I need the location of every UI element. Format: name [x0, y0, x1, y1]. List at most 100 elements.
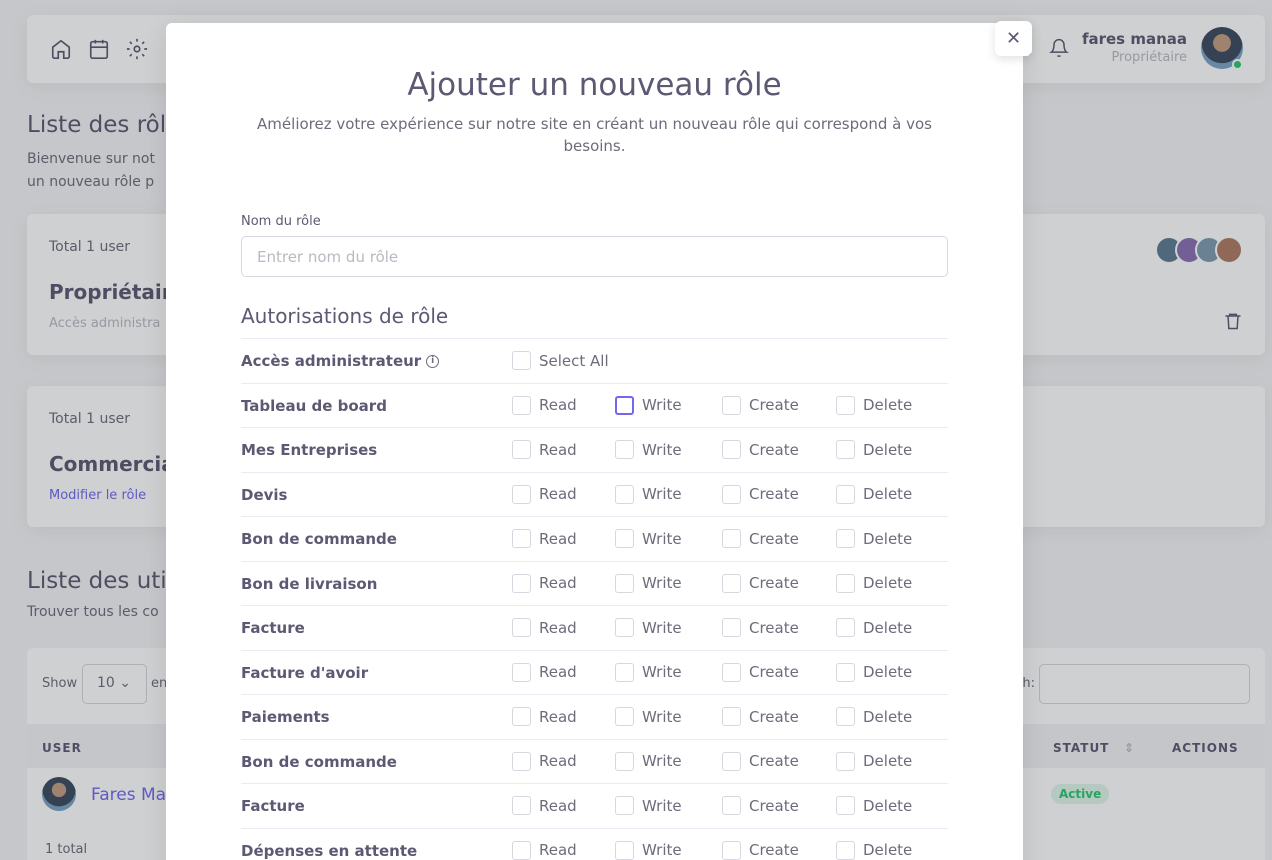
read-checkbox[interactable]: Read [512, 440, 577, 459]
checkbox-box[interactable] [512, 840, 531, 860]
delete-checkbox[interactable]: Delete [836, 440, 912, 459]
permission-row-admin: Accès administrateur i Select All [241, 338, 948, 383]
permission-row: Dépenses en attente Read Write Create Delete [241, 827, 948, 860]
checkbox-box[interactable] [615, 840, 634, 860]
checkbox-box[interactable] [512, 662, 531, 682]
write-checkbox[interactable]: Write [615, 395, 682, 415]
checkbox-box[interactable] [615, 484, 634, 504]
delete-checkbox[interactable]: Delete [836, 395, 912, 415]
delete-checkbox[interactable]: Delete [836, 618, 912, 637]
write-checkbox[interactable]: Write [615, 796, 682, 815]
create-checkbox[interactable]: Create [722, 484, 799, 504]
read-label: Read [539, 841, 577, 859]
create-label: Create [749, 529, 799, 548]
checkbox-box[interactable] [722, 573, 741, 593]
checkbox-box[interactable] [512, 707, 531, 726]
permission-row-label: Bon de commande [241, 530, 397, 548]
checkbox-box[interactable] [836, 440, 855, 459]
checkbox-box[interactable] [512, 573, 531, 593]
checkbox-box[interactable] [615, 529, 634, 548]
checkbox-box[interactable] [615, 440, 634, 459]
create-checkbox[interactable]: Create [722, 440, 799, 459]
checkbox-box[interactable] [722, 618, 741, 637]
create-checkbox[interactable]: Create [722, 707, 799, 726]
checkbox-box[interactable] [512, 351, 531, 370]
delete-checkbox[interactable]: Delete [836, 796, 912, 815]
checkbox-box[interactable] [615, 796, 634, 815]
delete-checkbox[interactable]: Delete [836, 707, 912, 726]
checkbox-box[interactable] [836, 796, 855, 815]
checkbox-box[interactable] [722, 395, 741, 415]
checkbox-box[interactable] [722, 707, 741, 726]
checkbox-box[interactable] [836, 707, 855, 726]
checkbox-box[interactable] [722, 529, 741, 548]
delete-checkbox[interactable]: Delete [836, 662, 912, 682]
create-checkbox[interactable]: Create [722, 618, 799, 637]
create-label: Create [749, 663, 799, 681]
create-checkbox[interactable]: Create [722, 751, 799, 771]
read-checkbox[interactable]: Read [512, 796, 577, 815]
write-checkbox[interactable]: Write [615, 662, 682, 682]
checkbox-box[interactable] [512, 796, 531, 815]
checkbox-box[interactable] [836, 751, 855, 771]
checkbox-box[interactable] [836, 395, 855, 415]
checkbox-box[interactable] [722, 662, 741, 682]
checkbox-box[interactable] [512, 751, 531, 771]
checkbox-box[interactable] [722, 796, 741, 815]
checkbox-box[interactable] [722, 484, 741, 504]
checkbox-box[interactable] [722, 440, 741, 459]
checkbox-box[interactable] [836, 529, 855, 548]
role-name-input[interactable] [241, 236, 948, 277]
create-checkbox[interactable]: Create [722, 395, 799, 415]
write-checkbox[interactable]: Write [615, 573, 682, 593]
select-all-checkbox[interactable]: Select All [512, 351, 609, 370]
create-checkbox[interactable]: Create [722, 796, 799, 815]
create-checkbox[interactable]: Create [722, 573, 799, 593]
checkbox-box[interactable] [615, 395, 634, 415]
read-checkbox[interactable]: Read [512, 840, 577, 860]
close-icon[interactable]: ✕ [995, 21, 1032, 56]
write-checkbox[interactable]: Write [615, 529, 682, 548]
read-checkbox[interactable]: Read [512, 662, 577, 682]
read-checkbox[interactable]: Read [512, 395, 577, 415]
read-checkbox[interactable]: Read [512, 484, 577, 504]
write-checkbox[interactable]: Write [615, 484, 682, 504]
checkbox-box[interactable] [836, 662, 855, 682]
checkbox-box[interactable] [615, 573, 634, 593]
write-checkbox[interactable]: Write [615, 707, 682, 726]
checkbox-box[interactable] [512, 440, 531, 459]
checkbox-box[interactable] [836, 573, 855, 593]
checkbox-box[interactable] [836, 618, 855, 637]
checkbox-box[interactable] [512, 618, 531, 637]
checkbox-box[interactable] [512, 529, 531, 548]
read-checkbox[interactable]: Read [512, 751, 577, 771]
read-checkbox[interactable]: Read [512, 529, 577, 548]
checkbox-box[interactable] [722, 751, 741, 771]
delete-checkbox[interactable]: Delete [836, 529, 912, 548]
checkbox-box[interactable] [615, 618, 634, 637]
delete-checkbox[interactable]: Delete [836, 573, 913, 593]
create-checkbox[interactable]: Create [722, 662, 799, 682]
delete-checkbox[interactable]: Delete [836, 840, 912, 860]
write-checkbox[interactable]: Write [615, 618, 682, 637]
create-checkbox[interactable]: Create [722, 529, 799, 548]
write-checkbox[interactable]: Write [615, 440, 682, 459]
checkbox-box[interactable] [512, 395, 531, 415]
checkbox-box[interactable] [615, 707, 634, 726]
checkbox-box[interactable] [836, 484, 855, 504]
create-checkbox[interactable]: Create [722, 840, 799, 860]
read-checkbox[interactable]: Read [512, 573, 577, 593]
checkbox-box[interactable] [615, 751, 634, 771]
delete-checkbox[interactable]: Delete [836, 484, 912, 504]
write-checkbox[interactable]: Write [615, 751, 682, 771]
delete-checkbox[interactable]: Delete [836, 751, 912, 771]
write-checkbox[interactable]: Write [615, 840, 682, 860]
delete-label: Delete [863, 574, 913, 592]
checkbox-box[interactable] [512, 484, 531, 504]
checkbox-box[interactable] [722, 840, 741, 860]
checkbox-box[interactable] [615, 662, 634, 682]
checkbox-box[interactable] [836, 840, 855, 860]
read-checkbox[interactable]: Read [512, 618, 577, 637]
read-checkbox[interactable]: Read [512, 707, 577, 726]
info-icon[interactable]: i [426, 355, 440, 368]
